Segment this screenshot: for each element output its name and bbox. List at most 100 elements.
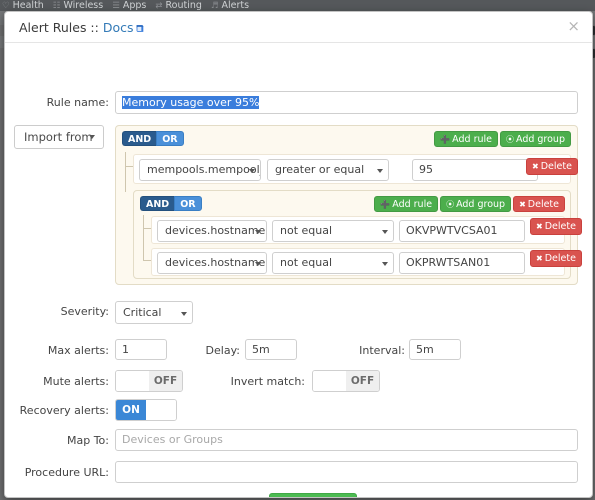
map-to-input[interactable]: Devices or Groups	[115, 429, 578, 451]
nav-label: Wireless	[63, 0, 104, 11]
root-group-actions: ➕ Add rule ⦿ Add group	[432, 131, 571, 147]
plus-icon: ➕	[440, 135, 451, 144]
max-alerts-value: 1	[122, 343, 129, 356]
rule-field-value: devices.hostname	[165, 224, 266, 237]
x-mark-icon: ✖	[532, 162, 539, 171]
add-group-button[interactable]: ⦿ Add group	[499, 131, 571, 147]
nav-label: Alerts	[221, 0, 250, 11]
procedure-url-label: Procedure URL:	[24, 466, 109, 479]
add-group-label: Add group	[456, 199, 506, 210]
condition-or-button[interactable]: OR	[174, 196, 202, 211]
delete-label: Delete	[540, 161, 572, 172]
invert-match-state: OFF	[346, 371, 379, 391]
x-mark-icon: ✖	[519, 200, 526, 209]
mute-alerts-label: Mute alerts:	[43, 375, 109, 388]
caret-down-icon	[382, 262, 388, 266]
recovery-alerts-state: ON	[116, 400, 146, 420]
add-group-button[interactable]: ⦿ Add group	[440, 196, 512, 212]
caret-down-icon	[255, 262, 261, 266]
modal-header: Alert Rules :: Docs ×	[5, 12, 592, 43]
severity-select[interactable]: Critical	[115, 301, 193, 324]
query-rule-row: devices.hostname not equal OKVPWTVCSA01	[151, 216, 565, 244]
add-rule-button[interactable]: ➕ Add rule	[434, 131, 498, 147]
add-rule-button[interactable]: ➕ Add rule	[374, 196, 439, 212]
query-rule-row: mempools.mempool_perc greater or equal 9…	[133, 154, 571, 184]
procedure-url-input[interactable]	[115, 461, 578, 483]
max-alerts-label: Max alerts:	[47, 344, 109, 357]
rule-operator-select[interactable]: greater or equal	[267, 159, 389, 181]
caret-down-icon	[382, 230, 388, 234]
caret-down-icon	[377, 169, 383, 173]
condition-and-button[interactable]: AND	[140, 196, 175, 211]
rule-name-input[interactable]: Memory usage over 95%	[115, 91, 578, 114]
delete-label: Delete	[527, 199, 559, 210]
rule-name-value: Memory usage over 95%	[122, 96, 260, 109]
rule-operator-value: greater or equal	[275, 163, 365, 176]
nav-label: Health	[12, 0, 44, 11]
nav-item-health[interactable]: ♡ Health	[0, 0, 51, 11]
rule-field-value: devices.hostname	[165, 256, 266, 269]
severity-label: Severity:	[60, 305, 109, 318]
root-condition-toggle[interactable]: AND OR	[122, 131, 184, 148]
rule-operator-select[interactable]: not equal	[272, 252, 394, 274]
toggle-knob	[146, 400, 176, 420]
save-rule-button[interactable]: Save Rule	[269, 493, 358, 497]
interval-input[interactable]: 5m	[409, 339, 461, 360]
nav-label: Apps	[122, 0, 147, 11]
delete-rule-button[interactable]: ✖ Delete	[530, 218, 582, 235]
delete-rule-button[interactable]: ✖ Delete	[526, 158, 578, 175]
add-group-label: Add group	[515, 134, 565, 145]
add-rule-label: Add rule	[392, 199, 433, 210]
nav-item-wireless[interactable]: ☷ Wireless	[51, 0, 110, 11]
page-title: Alert Rules :: Docs	[19, 20, 145, 35]
delete-label: Delete	[544, 221, 576, 232]
nested-condition-toggle[interactable]: AND OR	[140, 196, 202, 213]
x-mark-icon: ✖	[536, 254, 543, 263]
circle-plus-icon: ⦿	[505, 135, 514, 144]
nav-item-routing[interactable]: ⇄ Routing	[153, 0, 209, 11]
alert-rule-modal: Alert Rules :: Docs × Rule name: Memory …	[4, 11, 593, 498]
caret-down-icon	[255, 230, 261, 234]
add-rule-label: Add rule	[452, 134, 492, 145]
rule-value: 95	[419, 163, 433, 176]
delay-value: 5m	[252, 343, 270, 356]
rule-field-value: mempools.mempool_perc	[147, 163, 260, 176]
heart-pulse-icon: ♡	[2, 1, 10, 11]
rule-operator-value: not equal	[280, 224, 333, 237]
condition-or-button[interactable]: OR	[156, 131, 184, 146]
interval-label: Interval:	[359, 344, 405, 357]
background-navbar: ♡ Health ☷ Wireless ☰ Apps ⇄ Routing ♬ Alerts	[0, 0, 595, 11]
book-icon	[136, 21, 145, 32]
import-from-button[interactable]: Import from	[14, 125, 104, 149]
severity-value: Critical	[123, 306, 162, 319]
bell-icon: ♬	[210, 1, 219, 11]
rule-field-select[interactable]: devices.hostname	[157, 220, 267, 242]
rule-value: OKVPWTVCSA01	[406, 224, 498, 237]
rule-value-input[interactable]: OKVPWTVCSA01	[399, 220, 525, 242]
rule-value-input[interactable]: OKPRWTSAN01	[399, 252, 525, 274]
rule-value-input[interactable]: 95	[412, 159, 538, 181]
map-to-placeholder: Devices or Groups	[122, 433, 223, 446]
delay-label: Delay:	[205, 344, 240, 357]
caret-down-icon	[89, 135, 95, 139]
close-icon[interactable]: ×	[567, 18, 580, 34]
rule-name-label: Rule name:	[46, 96, 109, 109]
invert-match-toggle[interactable]: OFF	[312, 370, 380, 392]
delete-rule-button[interactable]: ✖ Delete	[530, 250, 582, 267]
docs-link[interactable]: Docs	[103, 20, 134, 35]
rule-operator-select[interactable]: not equal	[272, 220, 394, 242]
caret-down-icon	[249, 169, 255, 173]
nested-group-actions: ➕ Add rule ⦿ Add group ✖ Delete	[372, 196, 565, 212]
import-from-label: Import from	[24, 130, 93, 144]
nav-item-alerts[interactable]: ♬ Alerts	[209, 0, 256, 11]
caret-down-icon	[181, 311, 187, 316]
rule-field-select[interactable]: mempools.mempool_perc	[139, 159, 261, 181]
condition-and-button[interactable]: AND	[122, 131, 157, 146]
query-builder-root-group: AND OR ➕ Add rule ⦿ Add group mempools.mempo…	[115, 125, 582, 285]
nav-item-apps[interactable]: ☰ Apps	[110, 0, 153, 11]
recovery-alerts-toggle[interactable]: ON	[115, 399, 177, 421]
rule-field-select[interactable]: devices.hostname	[157, 252, 267, 274]
map-to-label: Map To:	[67, 434, 109, 447]
delete-group-button[interactable]: ✖ Delete	[513, 196, 565, 212]
shuffle-icon: ⇄	[155, 1, 163, 11]
